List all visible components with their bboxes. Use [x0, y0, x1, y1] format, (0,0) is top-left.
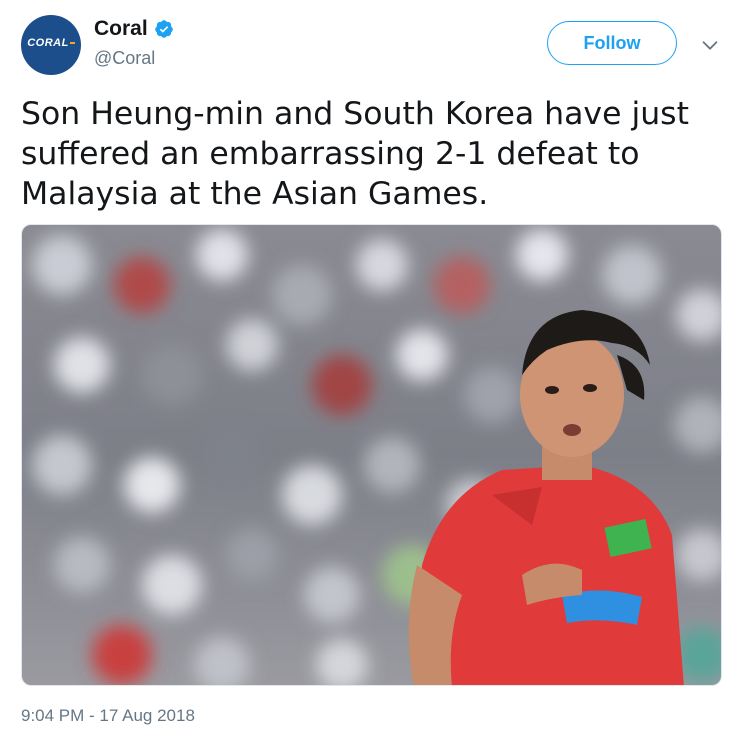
tweet-text-line: suffered an embarrassing 2-1 defeat to	[21, 136, 640, 172]
tweet-text-line: Malaysia at the Asian Games.	[21, 176, 489, 212]
photo-illustration	[22, 225, 721, 685]
avatar[interactable]: CORAL	[21, 15, 81, 75]
tweet-photo[interactable]	[21, 224, 722, 686]
account-handle[interactable]: @Coral	[94, 48, 155, 69]
name-row: Coral	[94, 15, 174, 43]
tweet-text-line: Son Heung-min and South Korea have just	[21, 96, 689, 132]
follow-button[interactable]: Follow	[547, 21, 677, 65]
avatar-logo-text: CORAL	[27, 37, 69, 49]
avatar-logo-dash	[69, 42, 75, 45]
chevron-down-icon[interactable]	[699, 34, 721, 56]
tweet-header: CORAL Coral @Coral Follow	[0, 0, 742, 90]
display-name[interactable]: Coral	[94, 17, 148, 41]
verified-badge-icon	[154, 20, 173, 38]
tweet-text: Son Heung-min and South Korea have just …	[21, 94, 721, 214]
tweet-timestamp[interactable]: 9:04 PM - 17 Aug 2018	[21, 706, 195, 726]
